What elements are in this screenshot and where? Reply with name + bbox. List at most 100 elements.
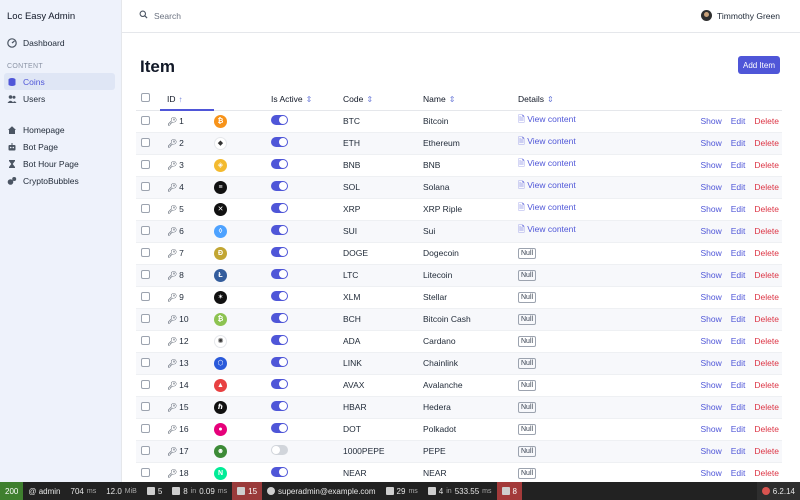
- edit-action[interactable]: Edit: [731, 248, 746, 258]
- is-active-toggle[interactable]: [271, 225, 288, 235]
- show-action[interactable]: Show: [701, 402, 722, 412]
- row-checkbox[interactable]: [141, 269, 150, 279]
- show-action[interactable]: Show: [701, 182, 722, 192]
- sidebar-item-cryptobubbles[interactable]: CryptoBubbles: [4, 172, 115, 189]
- row-checkbox[interactable]: [141, 357, 150, 367]
- row-checkbox[interactable]: [141, 247, 150, 257]
- is-active-toggle[interactable]: [271, 203, 288, 213]
- sidebar-item-users[interactable]: Users: [4, 90, 115, 107]
- delete-action[interactable]: Delete: [754, 248, 779, 258]
- select-all-checkbox[interactable]: [141, 93, 150, 103]
- row-checkbox[interactable]: [141, 225, 150, 235]
- row-checkbox[interactable]: [141, 445, 150, 455]
- sidebar-item-homepage[interactable]: Homepage: [4, 121, 115, 138]
- sidebar-item-coins[interactable]: Coins: [4, 73, 115, 90]
- view-content-link[interactable]: 🗎 View content: [518, 158, 576, 168]
- debug-memory[interactable]: 12.0 MiB: [101, 482, 142, 500]
- show-action[interactable]: Show: [701, 226, 722, 236]
- add-item-button[interactable]: Add Item: [738, 56, 780, 74]
- view-content-link[interactable]: 🗎 View content: [518, 136, 576, 146]
- user-menu[interactable]: Timmothy Green: [701, 10, 780, 21]
- debug-db[interactable]: 4 in 533.55 ms: [423, 482, 497, 500]
- debug-twig[interactable]: 29 ms: [381, 482, 423, 500]
- edit-action[interactable]: Edit: [731, 138, 746, 148]
- sidebar-item-bot-hour-page[interactable]: Bot Hour Page: [4, 155, 115, 172]
- row-checkbox[interactable]: [141, 379, 150, 389]
- debug-errors[interactable]: 8: [496, 482, 522, 500]
- is-active-toggle[interactable]: [271, 313, 288, 323]
- show-action[interactable]: Show: [701, 248, 722, 258]
- debug-version[interactable]: 6.2.14: [756, 482, 800, 500]
- view-content-link[interactable]: 🗎 View content: [518, 180, 576, 190]
- show-action[interactable]: Show: [701, 204, 722, 214]
- view-content-link[interactable]: 🗎 View content: [518, 224, 576, 234]
- is-active-toggle[interactable]: [271, 401, 288, 411]
- debug-forms[interactable]: 5: [142, 482, 167, 500]
- debug-user[interactable]: @ admin: [23, 482, 65, 500]
- debug-cache[interactable]: 8 in 0.09 ms: [167, 482, 232, 500]
- view-content-link[interactable]: 🗎 View content: [518, 202, 576, 212]
- is-active-toggle[interactable]: [271, 159, 288, 169]
- row-checkbox[interactable]: [141, 137, 150, 147]
- show-action[interactable]: Show: [701, 314, 722, 324]
- row-checkbox[interactable]: [141, 291, 150, 301]
- show-action[interactable]: Show: [701, 380, 722, 390]
- edit-action[interactable]: Edit: [731, 468, 746, 478]
- show-action[interactable]: Show: [701, 468, 722, 478]
- show-action[interactable]: Show: [701, 358, 722, 368]
- row-checkbox[interactable]: [141, 423, 150, 433]
- delete-action[interactable]: Delete: [754, 204, 779, 214]
- column-header-name[interactable]: Name ⇕: [423, 88, 518, 111]
- show-action[interactable]: Show: [701, 116, 722, 126]
- sidebar-item-dashboard[interactable]: Dashboard: [4, 34, 115, 51]
- row-checkbox[interactable]: [141, 159, 150, 169]
- row-checkbox[interactable]: [141, 115, 150, 125]
- edit-action[interactable]: Edit: [731, 424, 746, 434]
- show-action[interactable]: Show: [701, 292, 722, 302]
- delete-action[interactable]: Delete: [754, 314, 779, 324]
- delete-action[interactable]: Delete: [754, 138, 779, 148]
- is-active-toggle[interactable]: [271, 291, 288, 301]
- row-checkbox[interactable]: [141, 181, 150, 191]
- delete-action[interactable]: Delete: [754, 358, 779, 368]
- is-active-toggle[interactable]: [271, 247, 288, 257]
- show-action[interactable]: Show: [701, 446, 722, 456]
- row-checkbox[interactable]: [141, 335, 150, 345]
- is-active-toggle[interactable]: [271, 445, 288, 455]
- is-active-toggle[interactable]: [271, 335, 288, 345]
- edit-action[interactable]: Edit: [731, 314, 746, 324]
- delete-action[interactable]: Delete: [754, 226, 779, 236]
- show-action[interactable]: Show: [701, 336, 722, 346]
- column-header-is-active[interactable]: Is Active ⇕: [271, 88, 343, 111]
- delete-action[interactable]: Delete: [754, 292, 779, 302]
- is-active-toggle[interactable]: [271, 379, 288, 389]
- show-action[interactable]: Show: [701, 138, 722, 148]
- delete-action[interactable]: Delete: [754, 182, 779, 192]
- delete-action[interactable]: Delete: [754, 160, 779, 170]
- search-box[interactable]: [139, 10, 354, 21]
- edit-action[interactable]: Edit: [731, 336, 746, 346]
- delete-action[interactable]: Delete: [754, 270, 779, 280]
- row-checkbox[interactable]: [141, 401, 150, 411]
- column-header-code[interactable]: Code ⇕: [343, 88, 423, 111]
- is-active-toggle[interactable]: [271, 137, 288, 147]
- show-action[interactable]: Show: [701, 160, 722, 170]
- is-active-toggle[interactable]: [271, 269, 288, 279]
- edit-action[interactable]: Edit: [731, 204, 746, 214]
- edit-action[interactable]: Edit: [731, 160, 746, 170]
- sidebar-item-bot-page[interactable]: Bot Page: [4, 138, 115, 155]
- debug-email[interactable]: superadmin@example.com: [262, 482, 381, 500]
- debug-time[interactable]: 704 ms: [66, 482, 102, 500]
- edit-action[interactable]: Edit: [731, 380, 746, 390]
- view-content-link[interactable]: 🗎 View content: [518, 114, 576, 124]
- row-checkbox[interactable]: [141, 467, 150, 477]
- edit-action[interactable]: Edit: [731, 446, 746, 456]
- delete-action[interactable]: Delete: [754, 336, 779, 346]
- edit-action[interactable]: Edit: [731, 182, 746, 192]
- column-header-details[interactable]: Details ⇕: [518, 88, 618, 111]
- delete-action[interactable]: Delete: [754, 424, 779, 434]
- edit-action[interactable]: Edit: [731, 116, 746, 126]
- edit-action[interactable]: Edit: [731, 270, 746, 280]
- row-checkbox[interactable]: [141, 313, 150, 323]
- edit-action[interactable]: Edit: [731, 226, 746, 236]
